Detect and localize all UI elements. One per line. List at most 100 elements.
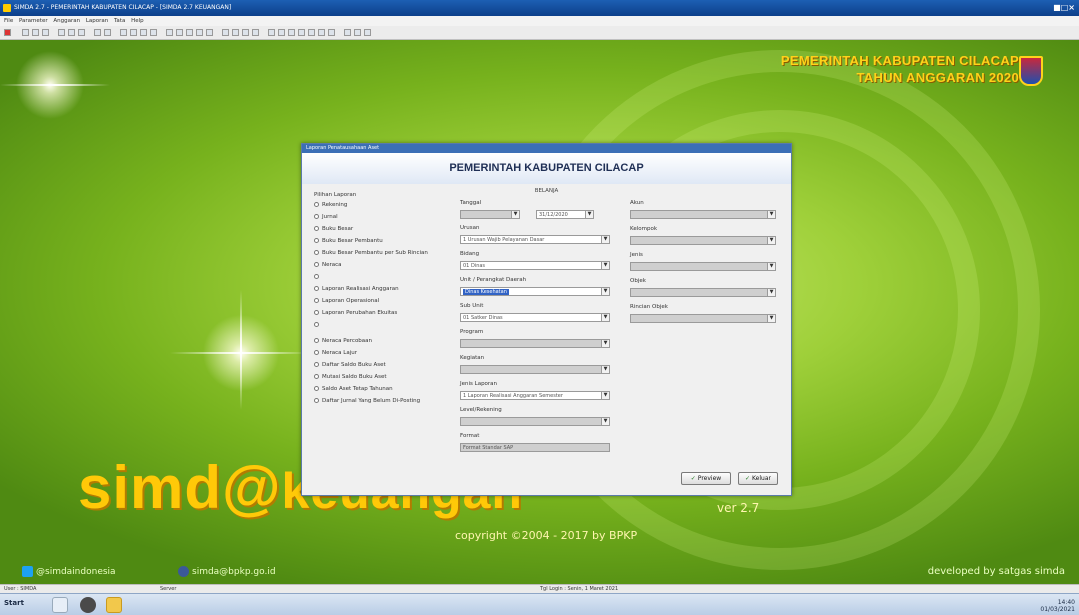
status-user: User : SIMDA	[4, 586, 37, 592]
government-crest-icon	[1019, 56, 1043, 86]
radio-jurnal[interactable]: Jurnal	[314, 214, 338, 220]
toolbar-icon[interactable]	[344, 29, 351, 36]
toolbar-icon[interactable]	[196, 29, 203, 36]
toolbar-icon[interactable]	[206, 29, 213, 36]
toolbar-icon[interactable]	[298, 29, 305, 36]
browser-icon[interactable]	[80, 597, 96, 613]
toolbar-icon[interactable]	[68, 29, 75, 36]
radio-buku-besar[interactable]: Buku Besar	[314, 226, 353, 232]
jenis-laporan-select[interactable]: 1 Laporan Realisasi Anggaran Semester ▼	[460, 391, 610, 400]
toolbar-icon[interactable]	[222, 29, 229, 36]
radio-daftar-saldo[interactable]: Daftar Saldo Buku Aset	[314, 362, 386, 368]
menu-anggaran[interactable]: Anggaran	[53, 18, 80, 24]
toolbar-icon[interactable]	[104, 29, 111, 36]
objek-select[interactable]: ▼	[630, 288, 776, 297]
toolbar-icon[interactable]	[166, 29, 173, 36]
toolbar-icon[interactable]	[58, 29, 65, 36]
toolbar-icon[interactable]	[328, 29, 335, 36]
toolbar-icon[interactable]	[94, 29, 101, 36]
radio-blank[interactable]	[314, 322, 322, 328]
chevron-down-icon: ▼	[767, 315, 775, 322]
toolbar-icon[interactable]	[318, 29, 325, 36]
format-field[interactable]: Format Standar SAP	[460, 443, 610, 452]
chevron-down-icon: ▼	[767, 289, 775, 296]
toolbar-icon[interactable]	[186, 29, 193, 36]
toolbar-icon[interactable]	[176, 29, 183, 36]
preview-button[interactable]: ✓ Preview	[681, 472, 731, 485]
program-select[interactable]: ▼	[460, 339, 610, 348]
toolbar-icon[interactable]	[130, 29, 137, 36]
exit-icon[interactable]	[4, 29, 11, 36]
subunit-select[interactable]: 01 Satker Dinas ▼	[460, 313, 610, 322]
toolbar-icon[interactable]	[120, 29, 127, 36]
radio-blank[interactable]	[314, 274, 322, 280]
toolbar-icon[interactable]	[364, 29, 371, 36]
kegiatan-select[interactable]: ▼	[460, 365, 610, 374]
radio-buku-besar-pembantu-sub[interactable]: Buku Besar Pembantu per Sub Rincian	[314, 250, 428, 256]
toolbar-icon[interactable]	[150, 29, 157, 36]
menu-file[interactable]: File	[4, 18, 13, 24]
report-dialog: Laporan Penatausahaan Aset PEMERINTAH KA…	[301, 143, 792, 496]
menu-parameter[interactable]: Parameter	[19, 18, 48, 24]
radio-buku-besar-pembantu[interactable]: Buku Besar Pembantu	[314, 238, 383, 244]
radio-lpe[interactable]: Laporan Perubahan Ekuitas	[314, 310, 397, 316]
toolbar-icon[interactable]	[242, 29, 249, 36]
radio-neraca-percobaan[interactable]: Neraca Percobaan	[314, 338, 372, 344]
radio-rekening[interactable]: Rekening	[314, 202, 347, 208]
urusan-select[interactable]: 1 Urusan Wajib Pelayanan Dasar ▼	[460, 235, 610, 244]
radio-saldo-aset-tetap[interactable]: Saldo Aset Tetap Tahunan	[314, 386, 393, 392]
status-bar: User : SIMDA Server Tgl Login : Senin, 1…	[0, 584, 1079, 593]
radio-lo[interactable]: Laporan Operasional	[314, 298, 379, 304]
facebook-link[interactable]: simda@bpkp.go.id	[178, 566, 276, 577]
menu-help[interactable]: Help	[131, 18, 144, 24]
window-controls[interactable]: ■□×	[1053, 3, 1075, 13]
radio-jurnal-belum-posting[interactable]: Daftar Jurnal Yang Belum Di-Posting	[314, 398, 420, 404]
folder-icon[interactable]	[106, 597, 122, 613]
light-flare	[240, 290, 242, 410]
radio-lra[interactable]: Laporan Realisasi Anggaran	[314, 286, 399, 292]
kelompok-select[interactable]: ▼	[630, 236, 776, 245]
kegiatan-label: Kegiatan	[460, 355, 485, 361]
toolbar-icon[interactable]	[308, 29, 315, 36]
program-label: Program	[460, 329, 484, 335]
toolbar-icon[interactable]	[78, 29, 85, 36]
menu-bar: File Parameter Anggaran Laporan Tata Hel…	[0, 16, 1079, 26]
start-button[interactable]: Start	[4, 599, 24, 607]
rincian-objek-select[interactable]: ▼	[630, 314, 776, 323]
toolbar	[0, 26, 1079, 40]
toolbar-icon[interactable]	[22, 29, 29, 36]
toolbar-icon[interactable]	[288, 29, 295, 36]
toolbar-icon[interactable]	[268, 29, 275, 36]
toolbar-icon[interactable]	[278, 29, 285, 36]
radio-mutasi-saldo[interactable]: Mutasi Saldo Buku Aset	[314, 374, 387, 380]
banner-line1: PEMERINTAH KABUPATEN CILACAP	[780, 53, 1019, 68]
twitter-link[interactable]: @simdaindonesia	[22, 566, 116, 577]
toolbar-icon[interactable]	[252, 29, 259, 36]
jenis-select[interactable]: ▼	[630, 262, 776, 271]
menu-laporan[interactable]: Laporan	[86, 18, 108, 24]
toolbar-icon[interactable]	[42, 29, 49, 36]
logo-main: simd@	[78, 454, 282, 521]
level-select[interactable]: ▼	[460, 417, 610, 426]
toolbar-icon[interactable]	[140, 29, 147, 36]
radio-neraca-lajur[interactable]: Neraca Lajur	[314, 350, 357, 356]
version-label: ver 2.7	[717, 501, 760, 515]
menu-tata[interactable]: Tata	[114, 18, 125, 24]
akun-select[interactable]: ▼	[630, 210, 776, 219]
tanggal-label: Tanggal	[460, 200, 482, 206]
system-tray[interactable]: 14:40 01/03/2021	[1040, 599, 1075, 613]
app-icon	[3, 4, 11, 12]
subunit-label: Sub Unit	[460, 303, 484, 309]
date-picker[interactable]: 31/12/2020 ▼	[536, 210, 594, 219]
explorer-icon[interactable]	[52, 597, 68, 613]
toolbar-icon[interactable]	[232, 29, 239, 36]
radio-neraca[interactable]: Neraca	[314, 262, 342, 268]
toolbar-icon[interactable]	[354, 29, 361, 36]
chevron-down-icon: ▼	[767, 263, 775, 270]
unit-select[interactable]: Dinas Kesehatan ▼	[460, 287, 610, 296]
toolbar-icon[interactable]	[32, 29, 39, 36]
bidang-select[interactable]: 01 Dinas ▼	[460, 261, 610, 270]
tanggal-select[interactable]: ▼	[460, 210, 520, 219]
facebook-icon	[178, 566, 189, 577]
close-button[interactable]: ✓ Keluar	[738, 472, 778, 485]
